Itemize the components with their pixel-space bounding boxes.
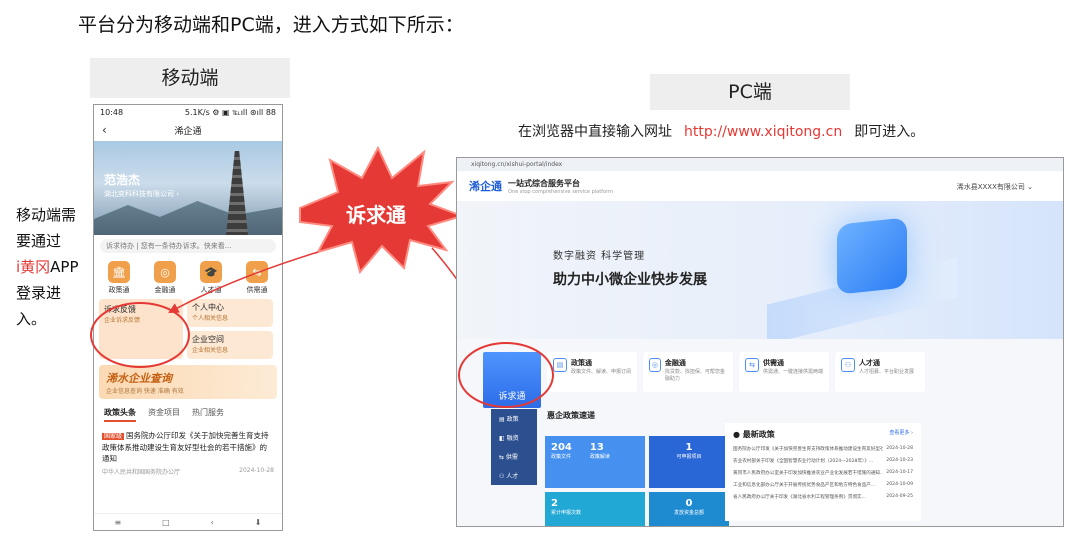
stat-value: 0 <box>685 498 693 509</box>
side-menu-policy[interactable]: ▤ 政策 <box>491 409 537 428</box>
pc-category-finance[interactable]: ◎ 金融通找贷款、找担保、可帮您金融助力 <box>643 352 733 392</box>
hero-device-illustration <box>837 217 907 295</box>
category-name: 政策通 <box>571 359 592 367</box>
policy-item[interactable]: 农业农村部关于印发《全国智慧农业行动计划（2024—2028年）》... 2024… <box>733 458 913 464</box>
stat-projects[interactable]: 1 可申报项目 <box>649 436 729 488</box>
policy-item[interactable]: 国务院办公厅印发《关于加快完善生育支持政策体系推动建设生育友好型社会... 202… <box>733 446 913 452</box>
category-name: 金融通 <box>664 359 686 367</box>
policy-text: 国务院办公厅印发《关于加快完善生育支持政策体系推动建设生育友好型社会... <box>733 447 883 452</box>
stat-value: 204 <box>551 442 572 453</box>
stat-applications[interactable]: 2 累计申报次数 <box>545 492 645 526</box>
policy-panel-title: ● 最新政策 <box>733 430 775 439</box>
stat-policy-docs[interactable]: 204 政策文件 13 政策解读 <box>545 436 645 488</box>
policy-item[interactable]: 工业和信息化部办公厅关于开展传统优势食品产区和地方特色食品产... 2024-10… <box>733 482 913 488</box>
pc-logo[interactable]: 浠企通 <box>469 178 502 194</box>
policy-date: 2024-10-28 <box>886 446 913 451</box>
pc-category-policy[interactable]: ▤ 政策通政策文件、解读、申报订阅 <box>547 352 637 392</box>
pc-user-menu[interactable]: 浠水县XXXX有限公司 ⌄ <box>957 182 1033 192</box>
side-menu-finance[interactable]: ◧ 融资 <box>491 428 537 447</box>
talent-person-icon: ⚇ <box>841 358 855 372</box>
highlight-ellipse-pc <box>458 342 554 408</box>
stat-label: 政策解读 <box>589 454 610 460</box>
latest-policy-panel: ● 最新政策 查看更多 › 国务院办公厅印发《关于加快完善生育支持政策体系推动建… <box>725 423 921 521</box>
policy-date: 2024-10-09 <box>886 482 913 487</box>
pc-category-talent[interactable]: ⚇ 人才通人才招募、平台职业发展 <box>835 352 925 392</box>
pc-hero-banner: 数字融资 科学管理 助力中小微企业快步发展 <box>457 201 1063 339</box>
pc-system-title-block: 一站式综合服务平台 One stop comprehensive service… <box>508 178 613 195</box>
stat-label: 政策文件 <box>551 454 572 460</box>
browser-address-bar[interactable]: xiqitong.cn/xishui-portal/index <box>457 158 1063 171</box>
stat-value: 2 <box>551 498 558 509</box>
side-menu-supply[interactable]: ⇆ 供需 <box>491 447 537 466</box>
policy-item[interactable]: 省人民政府办公厅关于印发《湖北省水利工程管理条例》贯彻实... 2024-09-2… <box>733 494 913 500</box>
stat-label: 可申报项目 <box>676 454 702 460</box>
category-desc: 找贷款、找担保、可帮您金融助力 <box>664 369 725 382</box>
supply-chat-icon: ⇆ <box>745 358 759 372</box>
policy-text: 工业和信息化部办公厅关于开展传统优势食品产区和地方特色食品产... <box>733 483 876 488</box>
category-desc: 供需通、一键连接供需两端 <box>763 369 824 375</box>
policy-doc-icon: ▤ <box>553 358 567 372</box>
stat-value: 13 <box>589 442 604 453</box>
finance-circle-icon: ◎ <box>649 358 661 372</box>
pc-stats-grid: 204 政策文件 13 政策解读 1 可申报项目 2 累计申报次数 0 发放资金总额 <box>545 436 729 526</box>
view-more-link[interactable]: 查看更多 › <box>889 429 913 440</box>
pc-screenshot: xiqitong.cn/xishui-portal/index 浠企通 一站式综… <box>456 157 1064 527</box>
policy-text: 省人民政府办公厅关于印发《湖北省水利工程管理条例》贯彻实... <box>733 495 867 500</box>
category-desc: 政策文件、解读、申报订阅 <box>571 369 632 375</box>
stat-value: 1 <box>685 442 693 453</box>
policy-text: 黄冈市人民政府办公室关于印发加快推进农业产业化发展若干措施的通知... <box>733 471 883 476</box>
hero-title: 助力中小微企业快步发展 <box>553 272 707 288</box>
side-menu-talent[interactable]: ⚇ 人才 <box>491 466 537 485</box>
browser-url: xiqitong.cn/xishui-portal/index <box>471 161 563 168</box>
policy-text: 农业农村部关于印发《全国智慧农业行动计划（2024—2028年）》... <box>733 459 874 464</box>
pc-header: 浠企通 一站式综合服务平台 One stop comprehensive ser… <box>457 171 1063 201</box>
hero-subtitle: 数字融资 科学管理 <box>553 251 646 262</box>
category-name: 供需通 <box>763 359 784 367</box>
stat-label: 累计申报次数 <box>551 510 582 516</box>
policy-date: 2024-10-23 <box>886 458 913 463</box>
stat-funds[interactable]: 0 发放资金总额 <box>649 492 729 526</box>
pc-side-menu: ▤ 政策 ◧ 融资 ⇆ 供需 ⚇ 人才 <box>491 409 537 485</box>
policy-date: 2024-10-17 <box>886 470 913 475</box>
arrow-to-mobile <box>168 251 319 314</box>
pc-category-supply[interactable]: ⇆ 供需通供需通、一键连接供需两端 <box>739 352 829 392</box>
policy-item[interactable]: 黄冈市人民政府办公室关于印发加快推进农业产业化发展若干措施的通知... 2024-… <box>733 470 913 476</box>
pc-system-title: 一站式综合服务平台 <box>508 178 580 188</box>
stat-label: 发放资金总额 <box>673 510 704 516</box>
pc-system-title-en: One stop comprehensive service platform <box>508 188 613 195</box>
policy-express-title: 惠企政策速递 <box>547 411 595 420</box>
category-name: 人才通 <box>859 359 880 367</box>
policy-date: 2024-09-25 <box>886 494 913 499</box>
burst-label: 诉求通 <box>346 203 406 227</box>
policy-panel-header: ● 最新政策 查看更多 › <box>733 429 913 440</box>
category-desc: 人才招募、平台职业发展 <box>859 369 915 375</box>
